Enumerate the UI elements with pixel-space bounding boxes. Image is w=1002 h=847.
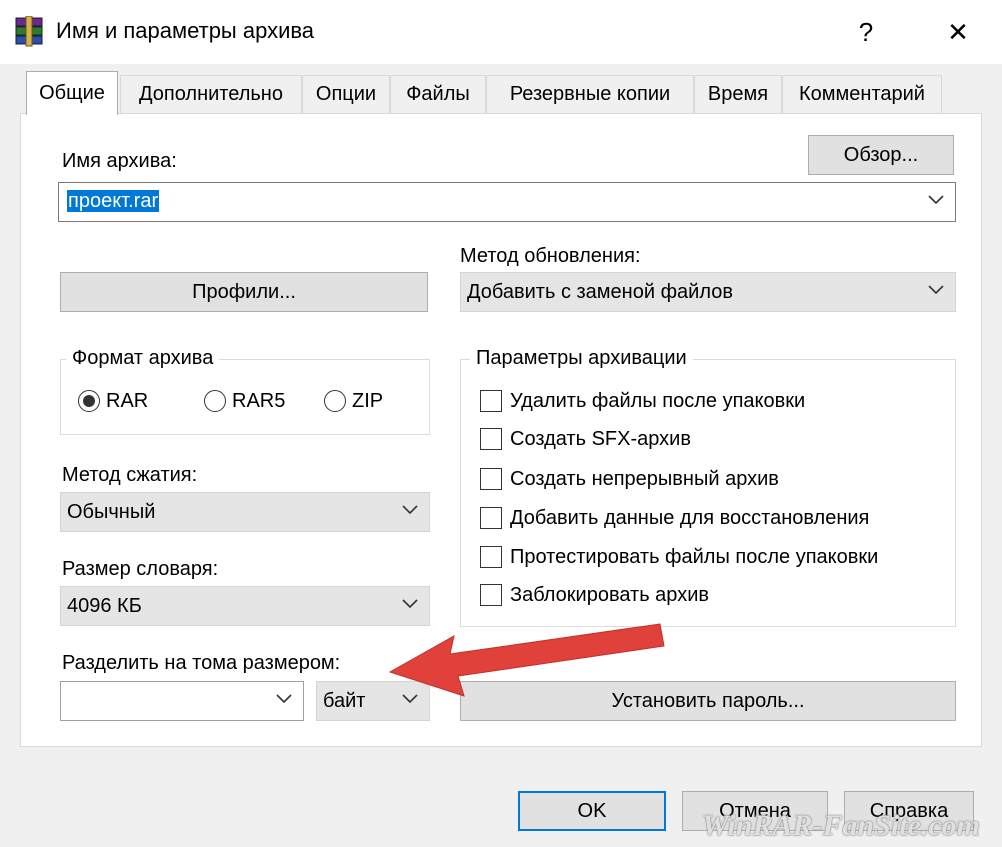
tab-comment[interactable]: Комментарий: [782, 75, 942, 113]
checkbox-create-sfx-label[interactable]: Создать SFX-архив: [510, 428, 691, 451]
dictionary-size-select[interactable]: 4096 КБ: [60, 586, 430, 626]
radio-rar5[interactable]: [204, 390, 226, 412]
radio-rar[interactable]: [78, 390, 100, 412]
checkbox-recovery-record-label[interactable]: Добавить данные для восстановления: [510, 507, 869, 530]
compression-method-label: Метод сжатия:: [62, 464, 198, 486]
archive-name-label: Имя архива:: [62, 150, 177, 172]
chevron-down-icon: [402, 505, 418, 515]
compression-method-value: Обычный: [67, 500, 156, 523]
tab-files[interactable]: Файлы: [390, 75, 486, 113]
archive-name-combo[interactable]: проект.rar: [58, 182, 956, 222]
profiles-button[interactable]: Профили...: [60, 272, 428, 312]
window-title: Имя и параметры архива: [56, 18, 315, 43]
checkbox-test-files-label[interactable]: Протестировать файлы после упаковки: [510, 546, 878, 569]
archiving-options-title: Параметры архивации: [470, 347, 693, 370]
radio-rar-label[interactable]: RAR: [106, 390, 148, 413]
checkbox-delete-files[interactable]: [480, 390, 502, 412]
archive-name-input: проект.rar: [67, 190, 160, 213]
split-unit-value: байт: [323, 689, 366, 712]
tab-backup[interactable]: Резервные копии: [486, 75, 694, 113]
close-button[interactable]: ✕: [928, 0, 988, 64]
tab-general[interactable]: Общие: [26, 71, 118, 115]
update-method-label: Метод обновления:: [460, 245, 641, 267]
compression-method-select[interactable]: Обычный: [60, 492, 430, 532]
tab-options[interactable]: Опции: [302, 75, 390, 113]
checkbox-solid-archive-label[interactable]: Создать непрерывный архив: [510, 468, 779, 491]
chevron-down-icon[interactable]: [927, 194, 945, 206]
checkbox-delete-files-label[interactable]: Удалить файлы после упаковки: [510, 390, 805, 413]
checkbox-create-sfx[interactable]: [480, 428, 502, 450]
split-volumes-label: Разделить на тома размером:: [62, 652, 341, 674]
update-method-select[interactable]: Добавить с заменой файлов: [460, 272, 956, 312]
ok-button[interactable]: OK: [518, 791, 666, 831]
help-title-button[interactable]: ?: [836, 0, 896, 64]
chevron-down-icon[interactable]: [275, 693, 293, 705]
tab-advanced[interactable]: Дополнительно: [120, 75, 302, 113]
radio-rar5-label[interactable]: RAR5: [232, 390, 285, 413]
split-volumes-combo[interactable]: [60, 681, 304, 721]
radio-zip-label[interactable]: ZIP: [352, 390, 383, 413]
checkbox-recovery-record[interactable]: [480, 507, 502, 529]
archive-name-value[interactable]: проект.rar: [67, 190, 160, 212]
dictionary-size-value: 4096 КБ: [67, 594, 142, 617]
winrar-books-icon: [14, 15, 44, 48]
tab-time[interactable]: Время: [694, 75, 782, 113]
watermark: WinRAR-FanSite.com: [701, 809, 980, 842]
browse-button[interactable]: Обзор...: [808, 135, 954, 175]
update-method-value: Добавить с заменой файлов: [467, 280, 733, 303]
red-arrow-annotation: [388, 623, 665, 697]
radio-zip[interactable]: [324, 390, 346, 412]
archive-format-title: Формат архива: [66, 347, 220, 370]
checkbox-test-files[interactable]: [480, 546, 502, 568]
dictionary-size-label: Размер словаря:: [62, 558, 219, 580]
chevron-down-icon: [928, 285, 944, 295]
checkbox-solid-archive[interactable]: [480, 468, 502, 490]
